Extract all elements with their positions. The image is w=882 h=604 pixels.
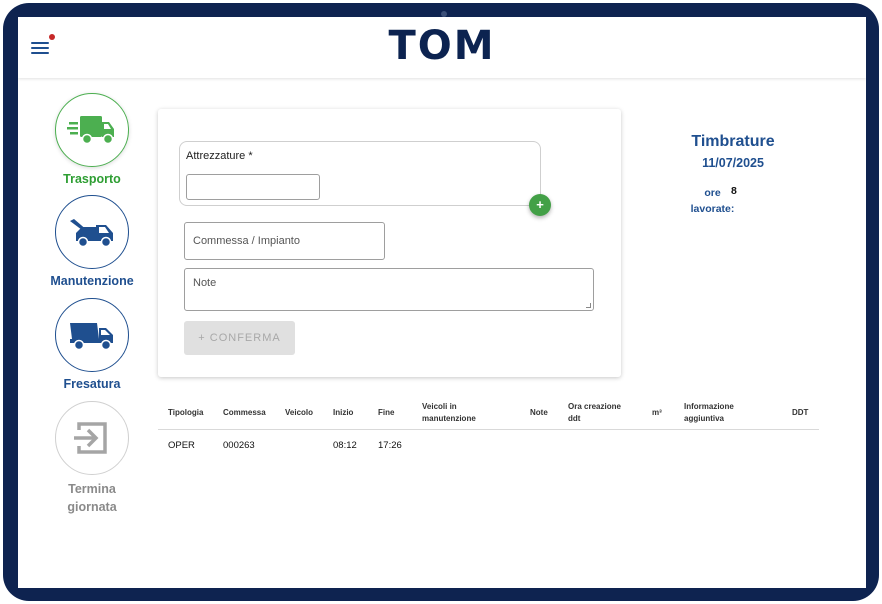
attrezzature-group: Attrezzature * <box>179 141 541 206</box>
sidebar-item-termina-giornata[interactable]: Termina giornata <box>42 401 142 516</box>
ore-lavorate-label: ore lavorate: <box>690 187 735 215</box>
column-header-informazione-aggiuntiva: Informazione aggiuntiva <box>684 402 734 423</box>
column-header-ddt: DDT <box>792 408 809 417</box>
logout-icon <box>74 422 107 454</box>
column-header-veicoli-manutenzione: Veicoli in manutenzione <box>422 402 476 423</box>
cell-fine: 17:26 <box>378 440 402 451</box>
cell-tipologia: OPER <box>168 440 195 451</box>
fresatura-button[interactable] <box>55 298 129 372</box>
sidebar-item-trasporto[interactable]: Trasporto <box>42 93 142 188</box>
sidebar-item-label: Termina giornata <box>67 482 117 514</box>
column-header-veicolo: Veicolo <box>285 408 314 417</box>
column-header-inizio: Inizio <box>333 408 354 417</box>
add-attrezzatura-button[interactable]: + <box>529 194 551 216</box>
manutenzione-button[interactable] <box>55 195 129 269</box>
table-header-divider <box>158 429 819 430</box>
cell-inizio: 08:12 <box>333 440 357 451</box>
conferma-button[interactable]: + CONFERMA <box>184 321 295 355</box>
app-screen: TOM Trasporto Manutenzione Fresatura Ter… <box>18 17 866 588</box>
attrezzature-label: Attrezzature * <box>186 150 253 162</box>
tow-truck-icon <box>70 219 113 248</box>
column-header-note: Note <box>530 408 548 417</box>
timbratura-form-card: Attrezzature * + Commessa / Impianto Not… <box>158 109 621 377</box>
column-header-fine: Fine <box>378 408 395 417</box>
resize-handle-icon[interactable] <box>586 303 591 308</box>
attrezzature-input[interactable] <box>186 174 320 200</box>
ore-lavorate-value: 8 <box>731 185 737 197</box>
timbrature-title: Timbrature <box>691 133 775 150</box>
column-header-ora-creazione-ddt: Ora creazione ddt <box>568 402 621 423</box>
column-header-tipologia: Tipologia <box>168 408 204 417</box>
sidebar-item-fresatura[interactable]: Fresatura <box>42 298 142 393</box>
trasporto-button[interactable] <box>55 93 129 167</box>
sidebar-item-label: Fresatura <box>63 377 121 391</box>
app-header: TOM <box>18 17 866 78</box>
sidebar-item-label: Trasporto <box>63 172 121 186</box>
note-field[interactable]: Note <box>184 268 594 311</box>
sidebar-item-manutenzione[interactable]: Manutenzione <box>42 195 142 290</box>
commessa-impianto-field[interactable]: Commessa / Impianto <box>184 222 385 260</box>
cell-commessa: 000263 <box>223 440 255 451</box>
truck-fast-icon <box>67 116 114 145</box>
app-logo: TOM <box>388 23 496 69</box>
dump-truck-icon <box>70 323 113 351</box>
note-placeholder: Note <box>193 277 217 289</box>
termina-giornata-button[interactable] <box>55 401 129 475</box>
sidebar-item-label: Manutenzione <box>50 274 134 288</box>
column-header-m3: m³ <box>652 408 662 417</box>
column-header-commessa: Commessa <box>223 408 266 417</box>
timbrature-date: 11/07/2025 <box>702 156 764 170</box>
